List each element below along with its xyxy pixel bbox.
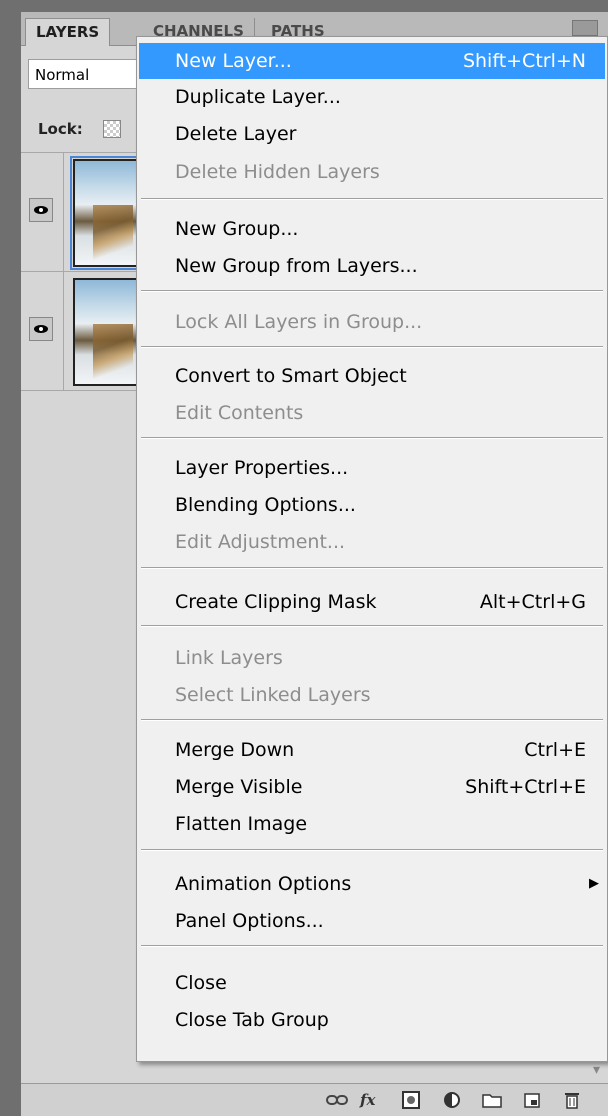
menu-item-new-group-from-layers[interactable]: New Group from Layers... — [137, 248, 607, 284]
menu-item-create-clipping-mask[interactable]: Create Clipping Mask Alt+Ctrl+G — [137, 584, 607, 620]
trash-icon[interactable] — [564, 1090, 580, 1110]
menu-item-merge-down[interactable]: Merge Down Ctrl+E — [137, 732, 607, 768]
menu-separator — [141, 290, 603, 292]
menu-separator — [141, 945, 603, 947]
fx-icon[interactable]: fx — [360, 1090, 375, 1110]
blend-mode-select[interactable]: Normal — [28, 59, 148, 89]
menu-item-new-group[interactable]: New Group... — [137, 211, 607, 247]
menu-item-panel-options[interactable]: Panel Options... — [137, 903, 607, 939]
menu-item-edit-adjustment: Edit Adjustment... — [175, 531, 346, 553]
layer-thumbnail[interactable] — [73, 278, 139, 386]
visibility-column — [21, 272, 64, 390]
menu-item-layer-properties[interactable]: Layer Properties... — [137, 450, 607, 486]
menu-item-select-linked-layers: Select Linked Layers — [175, 684, 371, 706]
menu-item-close[interactable]: Close — [137, 965, 607, 1001]
link-layers-icon[interactable] — [326, 1090, 348, 1110]
menu-separator — [141, 719, 603, 721]
menu-separator — [141, 567, 603, 569]
menu-item-flatten-image[interactable]: Flatten Image — [137, 806, 607, 842]
menu-separator — [141, 346, 603, 348]
menu-separator — [141, 437, 603, 439]
tab-layers[interactable]: LAYERS — [25, 18, 111, 46]
layers-panel-flyout-menu: New Layer... Shift+Ctrl+N Duplicate Laye… — [136, 36, 608, 1062]
submenu-arrow-icon: ▶ — [589, 876, 599, 891]
menu-item-delete-hidden-layers: Delete Hidden Layers — [175, 161, 380, 183]
panel-bottom-toolbar: fx — [21, 1083, 608, 1116]
eye-icon[interactable] — [29, 317, 53, 341]
layer-thumbnail[interactable] — [70, 156, 142, 270]
visibility-column — [21, 153, 64, 271]
menu-item-close-tab-group[interactable]: Close Tab Group — [137, 1002, 607, 1038]
menu-item-edit-contents: Edit Contents — [175, 402, 304, 424]
menu-separator — [141, 625, 603, 627]
menu-item-animation-options[interactable]: Animation Options ▶ — [137, 866, 607, 902]
new-layer-icon[interactable] — [523, 1090, 541, 1110]
menu-separator — [141, 198, 603, 200]
menu-item-merge-visible[interactable]: Merge Visible Shift+Ctrl+E — [137, 769, 607, 805]
menu-separator — [141, 849, 603, 851]
lock-label: Lock: — [38, 120, 83, 138]
menu-item-duplicate-layer[interactable]: Duplicate Layer... — [137, 79, 607, 115]
menu-item-convert-to-smart-object[interactable]: Convert to Smart Object — [137, 358, 607, 394]
eye-icon[interactable] — [29, 198, 53, 222]
scroll-down-arrow[interactable]: ▾ — [593, 1062, 600, 1078]
lock-transparent-pixels-icon[interactable] — [103, 120, 121, 138]
new-group-icon[interactable] — [482, 1090, 502, 1110]
layer-mask-icon[interactable] — [402, 1090, 420, 1110]
menu-item-blending-options[interactable]: Blending Options... — [137, 487, 607, 523]
menu-item-delete-layer[interactable]: Delete Layer — [137, 116, 607, 152]
adjustment-layer-icon[interactable] — [443, 1090, 463, 1110]
panel-menu-button[interactable] — [572, 20, 598, 36]
menu-item-lock-all-layers-in-group: Lock All Layers in Group... — [175, 311, 423, 333]
menu-item-new-layer[interactable]: New Layer... Shift+Ctrl+N — [139, 43, 605, 79]
menu-item-link-layers: Link Layers — [175, 647, 283, 669]
